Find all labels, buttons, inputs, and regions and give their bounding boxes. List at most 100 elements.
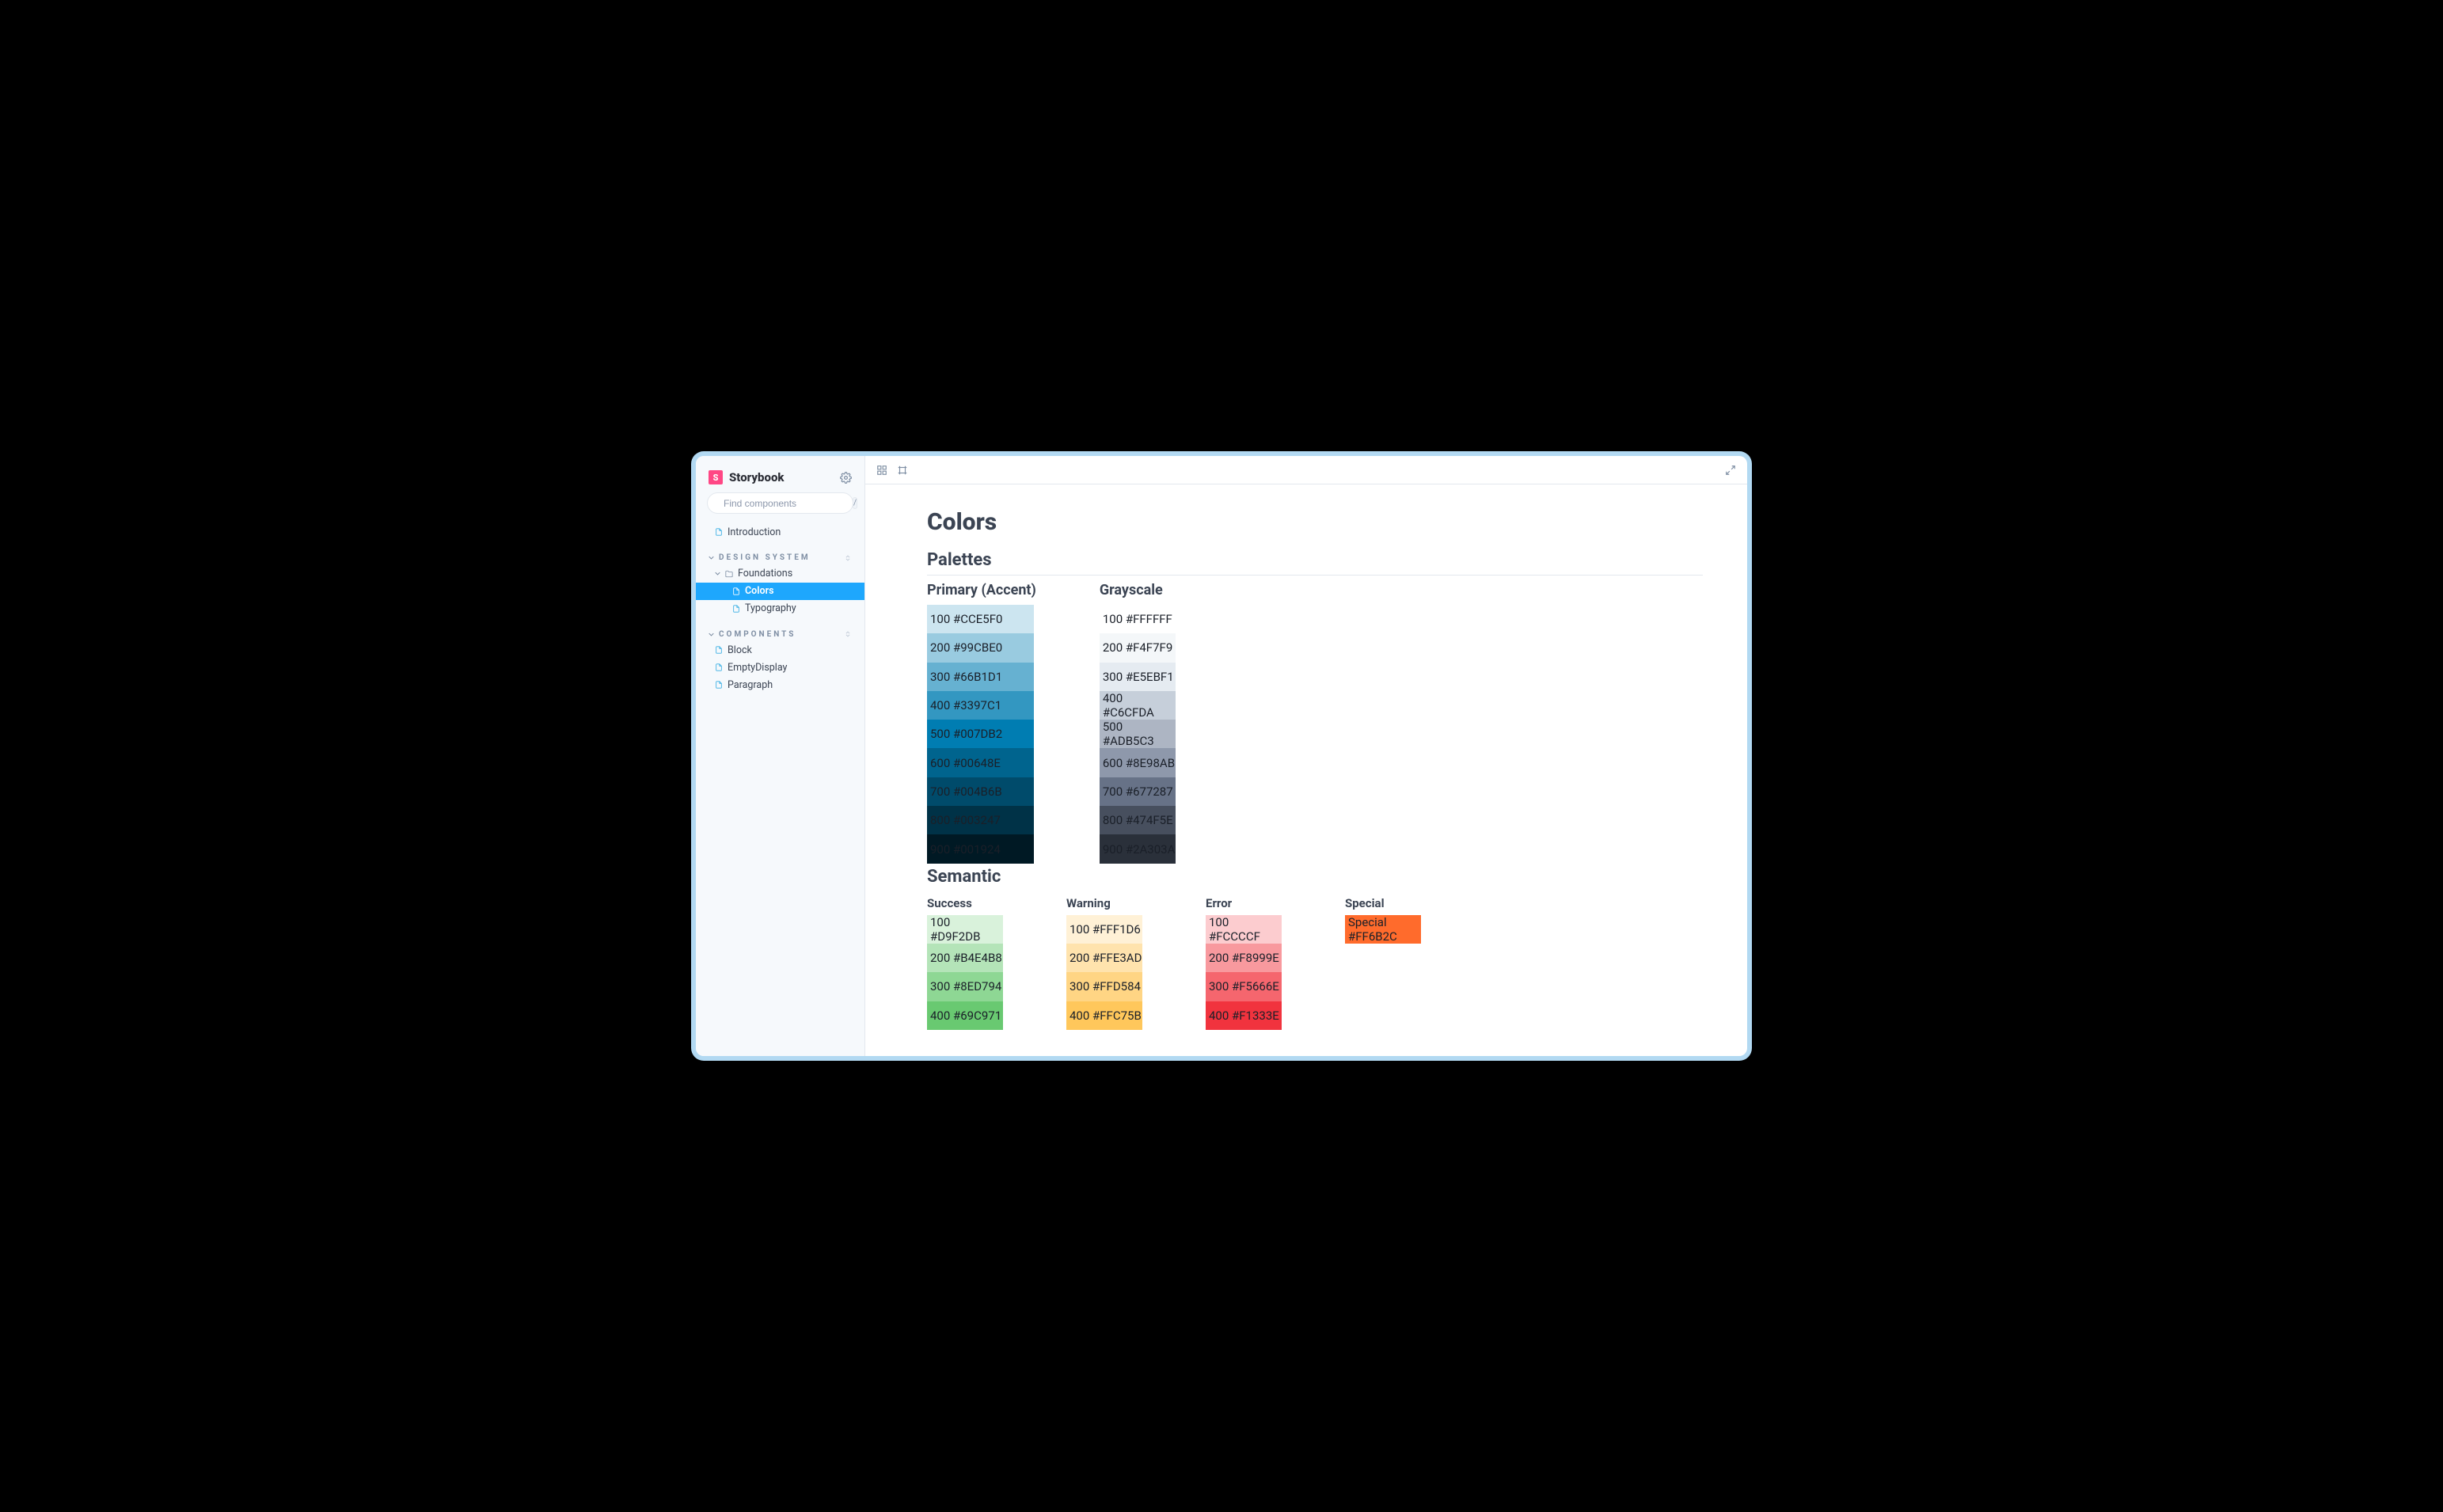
toolbar [865, 456, 1747, 484]
color-swatch: 500 #007DB2 [927, 720, 1034, 748]
gear-icon[interactable] [840, 472, 852, 484]
docs-content: Colors Palettes Primary (Accent) 100 #CC… [865, 484, 1747, 1056]
palette-title: Warning [1066, 896, 1142, 910]
color-swatch: 700 #004B6B [927, 777, 1034, 806]
document-icon [715, 663, 723, 671]
semantic-row: Success 100 #D9F2DB200 #B4E4B8300 #8ED79… [927, 896, 1703, 1030]
search-shortcut-key: / [853, 497, 857, 509]
caret-down-icon [709, 555, 714, 560]
palette-title: Success [927, 896, 1003, 910]
color-swatch: 200 #99CBE0 [927, 633, 1034, 662]
color-swatch: 400 #C6CFDA [1100, 691, 1176, 720]
color-swatch: 100 #CCE5F0 [927, 605, 1034, 633]
palette-success: Success 100 #D9F2DB200 #B4E4B8300 #8ED79… [927, 896, 1003, 1030]
color-swatch: 300 #66B1D1 [927, 663, 1034, 691]
color-swatch: 400 #F1333E [1206, 1001, 1282, 1030]
color-swatch: 400 #FFC75B [1066, 1001, 1142, 1030]
nav-group-components[interactable]: Components [696, 624, 864, 642]
nav-item-introduction[interactable]: Introduction [696, 523, 864, 541]
search-input[interactable]: / [707, 492, 853, 514]
color-swatch: 500 #ADB5C3 [1100, 720, 1176, 748]
nav-group-label: Design System [719, 553, 811, 562]
swatch-list: Special #FF6B2C [1345, 915, 1421, 944]
nav-item-typography[interactable]: Typography [696, 600, 864, 617]
search-wrapper: / [696, 492, 864, 523]
color-swatch: 600 #8E98AB [1100, 748, 1176, 777]
palettes-row: Primary (Accent) 100 #CCE5F0200 #99CBE03… [927, 582, 1703, 864]
color-swatch: 700 #677287 [1100, 777, 1176, 806]
nav-label: Colors [745, 585, 774, 597]
palette-title: Grayscale [1100, 582, 1176, 598]
color-swatch: 300 #8ED794 [927, 972, 1003, 1001]
color-swatch: 100 #FCCCCF [1206, 915, 1282, 944]
document-icon [715, 681, 723, 689]
color-swatch: 300 #FFD584 [1066, 972, 1142, 1001]
brand[interactable]: S Storybook [709, 470, 785, 484]
storybook-app: S Storybook / Introduction [696, 456, 1747, 1056]
browser-window: S Storybook / Introduction [691, 451, 1752, 1061]
document-icon [732, 587, 740, 595]
palette-error: Error 100 #FCCCCF200 #F8999E300 #F5666E4… [1206, 896, 1282, 1030]
color-swatch: 100 #FFFFFF [1100, 605, 1176, 633]
sort-icon [844, 630, 852, 638]
document-icon [715, 646, 723, 654]
nav-label: Block [728, 644, 752, 656]
color-swatch: 100 #D9F2DB [927, 915, 1003, 944]
palette-grayscale: Grayscale 100 #FFFFFF200 #F4F7F9300 #E5E… [1100, 582, 1176, 864]
color-swatch: 600 #00648E [927, 748, 1034, 777]
nav-label: Introduction [728, 526, 781, 538]
palette-warning: Warning 100 #FFF1D6200 #FFE3AD300 #FFD58… [1066, 896, 1142, 1030]
swatch-list: 100 #FCCCCF200 #F8999E300 #F5666E400 #F1… [1206, 915, 1282, 1030]
nav-item-block[interactable]: Block [696, 641, 864, 659]
color-swatch: 200 #B4E4B8 [927, 944, 1003, 972]
nav-item-paragraph[interactable]: Paragraph [696, 676, 864, 693]
nav-label: Paragraph [728, 679, 773, 691]
sort-icon [844, 554, 852, 562]
palette-primary: Primary (Accent) 100 #CCE5F0200 #99CBE03… [927, 582, 1036, 864]
palette-title: Primary (Accent) [927, 582, 1036, 598]
caret-down-icon [715, 571, 720, 576]
color-swatch: 900 #001924 [927, 834, 1034, 863]
caret-down-icon [709, 632, 714, 637]
frame-icon[interactable] [897, 465, 908, 476]
nav-item-emptydisplay[interactable]: EmptyDisplay [696, 659, 864, 676]
sidebar-nav: Introduction Design System Foundations [696, 523, 864, 1056]
swatch-list: 100 #FFF1D6200 #FFE3AD300 #FFD584400 #FF… [1066, 915, 1142, 1030]
nav-group-design-system[interactable]: Design System [696, 547, 864, 565]
folder-icon [725, 570, 733, 578]
color-swatch: 800 #474F5E [1100, 806, 1176, 834]
color-swatch: 200 #FFE3AD [1066, 944, 1142, 972]
color-swatch: Special #FF6B2C [1345, 915, 1421, 944]
nav-item-colors[interactable]: Colors [696, 583, 864, 600]
nav-item-foundations[interactable]: Foundations [696, 565, 864, 583]
swatch-list: 100 #D9F2DB200 #B4E4B8300 #8ED794400 #69… [927, 915, 1003, 1030]
brand-name: Storybook [729, 470, 785, 484]
color-swatch: 800 #003247 [927, 806, 1034, 834]
color-swatch: 300 #E5EBF1 [1100, 663, 1176, 691]
storybook-logo-icon: S [709, 470, 723, 484]
color-swatch: 100 #FFF1D6 [1066, 915, 1142, 944]
main-panel: Colors Palettes Primary (Accent) 100 #CC… [865, 456, 1747, 1056]
swatch-list: 100 #CCE5F0200 #99CBE0300 #66B1D1400 #33… [927, 605, 1036, 864]
nav-group-label: Components [719, 630, 796, 639]
swatch-list: 100 #FFFFFF200 #F4F7F9300 #E5EBF1400 #C6… [1100, 605, 1176, 864]
color-swatch: 400 #69C971 [927, 1001, 1003, 1030]
fullscreen-icon[interactable] [1725, 465, 1736, 476]
color-swatch: 200 #F8999E [1206, 944, 1282, 972]
search-field[interactable] [724, 498, 846, 509]
palette-title: Special [1345, 896, 1421, 910]
palettes-heading: Palettes [927, 550, 1703, 576]
sidebar-header: S Storybook [696, 465, 864, 492]
nav-label: EmptyDisplay [728, 662, 787, 674]
nav-label: Foundations [738, 568, 792, 579]
color-swatch: 900 #2A303A [1100, 834, 1176, 863]
color-swatch: 300 #F5666E [1206, 972, 1282, 1001]
color-swatch: 200 #F4F7F9 [1100, 633, 1176, 662]
semantic-heading: Semantic [927, 867, 1703, 891]
page-title: Colors [927, 508, 1703, 536]
color-swatch: 400 #3397C1 [927, 691, 1034, 720]
grid-view-icon[interactable] [876, 465, 887, 476]
document-icon [732, 605, 740, 613]
nav-label: Typography [745, 602, 796, 614]
document-icon [715, 528, 723, 536]
